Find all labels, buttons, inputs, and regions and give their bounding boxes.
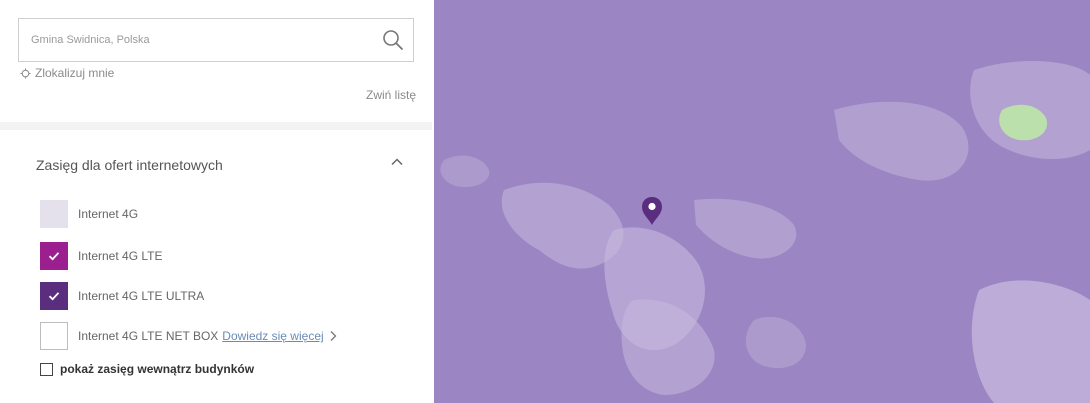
layer-checkbox-4g-lte-ultra[interactable]: [40, 282, 68, 310]
layer-row-net-box[interactable]: Internet 4G LTE NET BOX Dowiedz się więc…: [40, 322, 338, 350]
indoor-coverage-row[interactable]: pokaż zasięg wewnątrz budynków: [40, 362, 254, 376]
collapse-list-link[interactable]: Zwiń listę: [366, 88, 416, 102]
coverage-map[interactable]: [434, 0, 1090, 403]
search-input[interactable]: [19, 19, 381, 61]
search-icon[interactable]: [381, 28, 405, 52]
learn-more-link[interactable]: Dowiedz się więcej: [222, 329, 323, 343]
search-box: [18, 18, 414, 62]
coverage-patch: [971, 280, 1090, 403]
section-title: Zasięg dla ofert internetowych: [36, 157, 223, 173]
layer-label-4g-lte: Internet 4G LTE: [78, 249, 163, 263]
locate-me-label: Zlokalizuj mnie: [35, 66, 115, 80]
layer-label-net-box: Internet 4G LTE NET BOX: [78, 329, 219, 343]
checkmark-icon: [48, 292, 60, 301]
locate-me-link[interactable]: Zlokalizuj mnie: [20, 66, 114, 80]
crosshair-icon: [20, 67, 31, 79]
coverage-panel: Zlokalizuj mnie Zwiń listę Zasięg dla of…: [0, 0, 432, 403]
layer-checkbox-net-box[interactable]: [40, 322, 68, 350]
indoor-coverage-label: pokaż zasięg wewnątrz budynków: [60, 362, 255, 376]
layer-checkbox-4g[interactable]: [40, 200, 68, 228]
layer-checkbox-4g-lte[interactable]: [40, 242, 68, 270]
map-canvas[interactable]: [434, 0, 1090, 403]
chevron-right-icon[interactable]: [328, 330, 338, 342]
layer-row-4g-lte[interactable]: Internet 4G LTE: [40, 242, 163, 270]
layer-label-4g-lte-ultra: Internet 4G LTE ULTRA: [78, 289, 205, 303]
layer-row-4g-lte-ultra[interactable]: Internet 4G LTE ULTRA: [40, 282, 204, 310]
layer-label-4g: Internet 4G: [78, 207, 139, 221]
map-pin-center: [648, 202, 656, 211]
section-divider: [0, 122, 432, 130]
chevron-up-icon[interactable]: [388, 153, 406, 171]
indoor-coverage-checkbox[interactable]: [40, 362, 53, 376]
checkmark-icon: [48, 252, 60, 261]
layer-row-4g[interactable]: Internet 4G: [40, 200, 138, 228]
